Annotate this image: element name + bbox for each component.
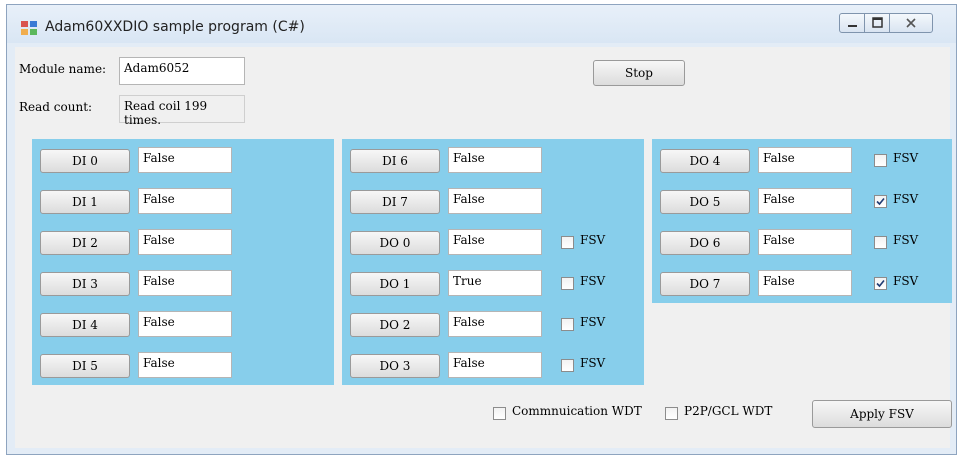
channel-row: DI 5 False: [32, 348, 334, 382]
read-count-display: Read coil 199 times.: [119, 95, 245, 127]
do3-button[interactable]: DO 3: [350, 354, 440, 378]
fsv-label: FSV: [893, 151, 919, 165]
di2-value[interactable]: False: [138, 229, 232, 255]
di1-button[interactable]: DI 1: [40, 190, 130, 214]
do7-button[interactable]: DO 7: [660, 272, 750, 296]
app-icon: [21, 21, 37, 35]
maximize-icon: [872, 17, 883, 28]
di5-value[interactable]: False: [138, 352, 232, 378]
di1-value[interactable]: False: [138, 188, 232, 214]
fsv-label: FSV: [580, 233, 606, 247]
channel-row: DI 2 False: [32, 225, 334, 259]
channel-row: DI 7 False: [342, 184, 644, 218]
di7-value[interactable]: False: [448, 188, 542, 214]
channel-row: DI 0 False: [32, 143, 334, 177]
app-window: Adam60XXDIO sample program (C#) Module n…: [6, 4, 957, 455]
apply-fsv-button[interactable]: Apply FSV: [812, 400, 952, 428]
channel-row: DO 6 False FSV: [652, 225, 952, 259]
p2p-gcl-wdt-label: P2P/GCL WDT: [684, 404, 773, 418]
channel-row: DI 3 False: [32, 266, 334, 300]
module-name-field[interactable]: Adam6052: [119, 57, 245, 85]
do5-fsv-checkbox[interactable]: [874, 195, 887, 208]
channel-row: DO 0 False FSV: [342, 225, 644, 259]
do6-button[interactable]: DO 6: [660, 231, 750, 255]
channel-row: DI 6 False: [342, 143, 644, 177]
channel-row: DO 5 False FSV: [652, 184, 952, 218]
di4-value[interactable]: False: [138, 311, 232, 337]
channel-row: DO 3 False FSV: [342, 348, 644, 382]
di3-button[interactable]: DI 3: [40, 272, 130, 296]
do-panel: DO 4 False FSV DO 5 False FSV DO 6 False…: [652, 139, 952, 303]
close-button[interactable]: [889, 13, 933, 33]
checkmark-icon: [876, 279, 885, 288]
di5-button[interactable]: DI 5: [40, 354, 130, 378]
communication-wdt-label: Commnuication WDT: [512, 404, 642, 418]
stop-button[interactable]: Stop: [593, 60, 685, 86]
communication-wdt-checkbox[interactable]: [493, 407, 506, 420]
fsv-label: FSV: [893, 192, 919, 206]
di2-button[interactable]: DI 2: [40, 231, 130, 255]
client-area: Module name: Adam6052 Read count: Read c…: [15, 47, 952, 448]
read-count-label: Read count:: [19, 100, 93, 114]
do2-fsv-checkbox[interactable]: [561, 318, 574, 331]
do4-value[interactable]: False: [758, 147, 852, 173]
minimize-icon: [848, 25, 857, 27]
mixed-panel: DI 6 False DI 7 False DO 0 False FSV DO …: [342, 139, 644, 385]
channel-row: DO 7 False FSV: [652, 266, 952, 300]
do2-value[interactable]: False: [448, 311, 542, 337]
minimize-button[interactable]: [839, 13, 865, 33]
do3-value[interactable]: False: [448, 352, 542, 378]
do4-button[interactable]: DO 4: [660, 149, 750, 173]
checkmark-icon: [876, 197, 885, 206]
di0-value[interactable]: False: [138, 147, 232, 173]
channel-row: DO 1 True FSV: [342, 266, 644, 300]
do6-value[interactable]: False: [758, 229, 852, 255]
di6-button[interactable]: DI 6: [350, 149, 440, 173]
di4-button[interactable]: DI 4: [40, 313, 130, 337]
fsv-label: FSV: [580, 315, 606, 329]
title-bar[interactable]: Adam60XXDIO sample program (C#): [7, 5, 956, 43]
do3-fsv-checkbox[interactable]: [561, 359, 574, 372]
do0-button[interactable]: DO 0: [350, 231, 440, 255]
fsv-label: FSV: [580, 274, 606, 288]
channel-row: DI 1 False: [32, 184, 334, 218]
di-panel: DI 0 False DI 1 False DI 2 False DI 3 Fa…: [32, 139, 334, 385]
close-icon: [906, 18, 916, 28]
di6-value[interactable]: False: [448, 147, 542, 173]
do0-value[interactable]: False: [448, 229, 542, 255]
fsv-label: FSV: [893, 233, 919, 247]
do1-button[interactable]: DO 1: [350, 272, 440, 296]
do6-fsv-checkbox[interactable]: [874, 236, 887, 249]
fsv-label: FSV: [893, 274, 919, 288]
do5-button[interactable]: DO 5: [660, 190, 750, 214]
window-title: Adam60XXDIO sample program (C#): [45, 19, 305, 35]
do4-fsv-checkbox[interactable]: [874, 154, 887, 167]
p2p-gcl-wdt-checkbox[interactable]: [665, 407, 678, 420]
do7-value[interactable]: False: [758, 270, 852, 296]
channel-row: DO 4 False FSV: [652, 143, 952, 177]
di7-button[interactable]: DI 7: [350, 190, 440, 214]
do5-value[interactable]: False: [758, 188, 852, 214]
module-name-label: Module name:: [19, 62, 107, 76]
do1-value[interactable]: True: [448, 270, 542, 296]
channel-row: DO 2 False FSV: [342, 307, 644, 341]
fsv-label: FSV: [580, 356, 606, 370]
channel-row: DI 4 False: [32, 307, 334, 341]
do0-fsv-checkbox[interactable]: [561, 236, 574, 249]
di0-button[interactable]: DI 0: [40, 149, 130, 173]
do2-button[interactable]: DO 2: [350, 313, 440, 337]
maximize-button[interactable]: [864, 13, 890, 33]
do7-fsv-checkbox[interactable]: [874, 277, 887, 290]
do1-fsv-checkbox[interactable]: [561, 277, 574, 290]
di3-value[interactable]: False: [138, 270, 232, 296]
